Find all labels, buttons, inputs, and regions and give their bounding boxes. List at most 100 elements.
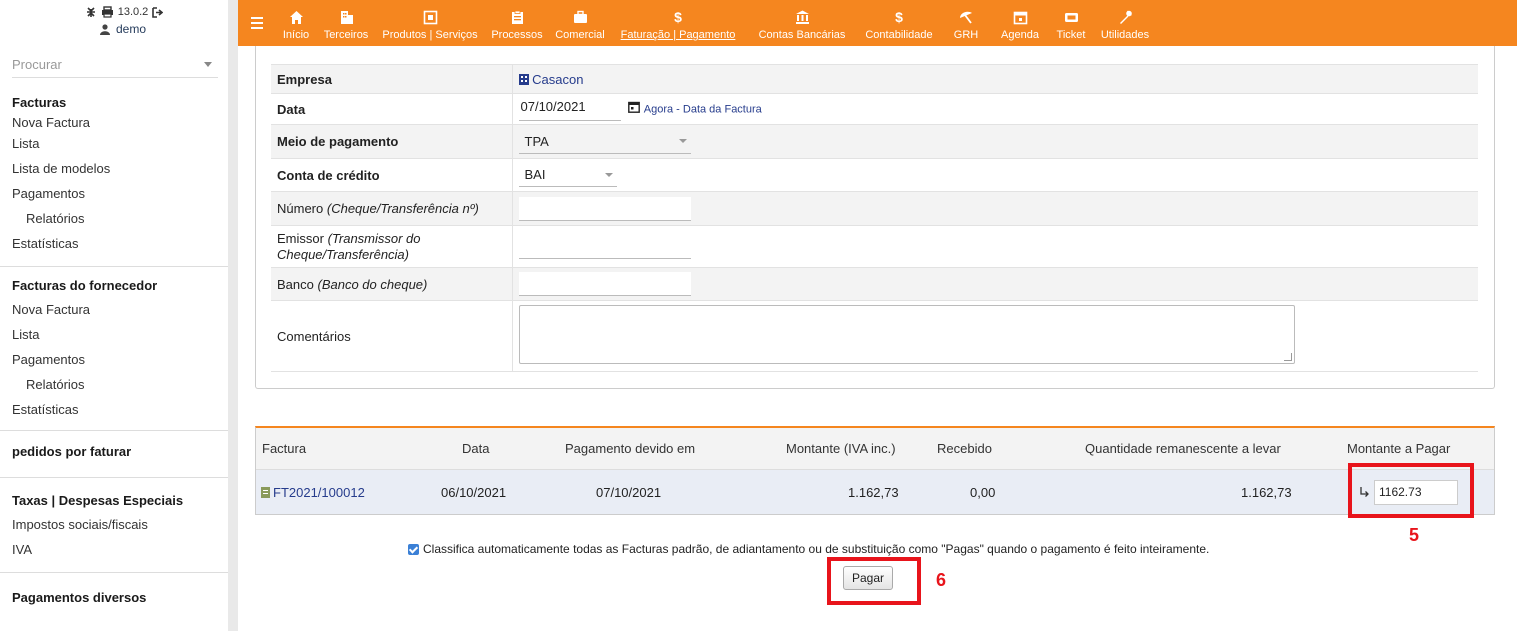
table-row: FT2021/100012 06/10/2021 07/10/2021 1.16… [256,470,1494,514]
sidebar-item-iva[interactable]: IVA [12,537,228,562]
column-header-data: Data [462,441,490,456]
annotation-box-step5 [1348,463,1474,518]
form-row-empresa: Empresa Casacon [271,64,1478,94]
annotation-label-step5: 5 [1409,525,1420,545]
sidebar-item-nova-factura[interactable]: Nova Factura [12,297,228,322]
date-link-separator: - [673,103,683,116]
nav-item-processos[interactable]: Processos [484,0,550,46]
building-icon [340,11,353,24]
top-navigation: Início Terceiros Produtos | Serviços Pro… [238,0,1517,46]
nav-item-faturacao[interactable]: $ Faturação | Pagamento [610,0,746,46]
form-row-emissor: Emissor (Transmissor do Cheque/Transferê… [271,225,1478,268]
app-version: 13.0.2 [117,6,149,18]
invoice-due-date: 07/10/2021 [596,484,662,500]
printer-icon[interactable] [101,6,114,18]
numero-label: Número [277,201,324,216]
invoice-date-link[interactable]: Data da Factura [683,103,762,115]
nav-item-contas-bancarias[interactable]: Contas Bancárias [746,0,858,46]
sidebar-item-lista-modelos[interactable]: Lista de modelos [12,156,228,181]
invoice-ref-cell: FT2021/100012 [261,470,365,514]
sidebar-item-relatorios[interactable]: Relatórios [12,206,228,231]
payment-method-select[interactable]: TPA [518,130,691,154]
data-label: Data [271,93,512,125]
nav-item-utilidades[interactable]: Utilidades [1094,0,1156,46]
sidebar-section-title[interactable]: Taxas | Despesas Especiais [12,490,228,512]
comentarios-label: Comentários [271,300,512,372]
numero-value-cell [511,191,1478,226]
sidebar-section-pagamentos-diversos: Pagamentos diversos [0,572,228,613]
credit-account-select[interactable]: BAI [518,163,617,187]
empresa-value-cell: Casacon [511,64,1478,94]
sidebar-item-lista[interactable]: Lista [12,322,228,347]
column-header-pagamento-devido: Pagamento devido em [565,441,696,456]
invoice-date: 06/10/2021 [441,484,507,500]
sidebar-item-estatisticas[interactable]: Estatísticas [12,231,228,256]
sidebar-item-estatisticas[interactable]: Estatísticas [12,397,228,422]
chevron-down-icon [678,139,687,143]
sidebar-section-title[interactable]: Facturas [12,92,228,114]
menu-icon[interactable] [238,0,276,46]
conta-label: Conta de crédito [271,158,512,192]
column-header-remanescente: Quantidade remanescente a levar [1085,441,1281,456]
logout-icon[interactable] [152,6,164,18]
sidebar-item-relatorios[interactable]: Relatórios [12,372,228,397]
bank-icon [795,10,809,24]
umbrella-icon [959,11,972,24]
sidebar-section-title[interactable]: pedidos por faturar [12,441,228,463]
document-icon [261,486,270,498]
comentarios-value-cell [511,300,1478,372]
form-row-comentarios: Comentários [271,300,1478,372]
sidebar-section-taxas: Taxas | Despesas Especiais Impostos soci… [0,477,228,566]
sidebar-search[interactable]: Procurar [12,52,218,78]
meio-value-cell: TPA [511,124,1478,159]
emissor-label: Emissor [277,230,324,246]
column-header-recebido: Recebido [937,441,992,456]
nav-item-comercial[interactable]: Comercial [550,0,610,46]
nav-item-ticket[interactable]: Ticket [1048,0,1094,46]
nav-item-agenda[interactable]: Agenda [992,0,1048,46]
sidebar-scrollbar[interactable] [228,0,238,631]
building-icon [518,73,529,85]
banco-hint: (Banco do cheque) [317,276,428,292]
sidebar-section-title[interactable]: Facturas do fornecedor [12,275,228,297]
date-input[interactable]: 07/10/2021 [518,97,621,121]
invoice-received: 0,00 [970,484,996,500]
sidebar-section-title[interactable]: Pagamentos diversos [12,587,228,609]
sidebar-item-pagamentos[interactable]: Pagamentos [12,347,228,372]
sidebar-section-facturas: Facturas Nova Factura Lista Lista de mod… [0,86,228,260]
numero-label-cell: Número (Cheque/Transferência nº) [271,191,512,226]
sidebar-item-pagamentos[interactable]: Pagamentos [12,181,228,206]
conta-value-cell: BAI [511,158,1478,192]
user-icon [99,23,110,35]
meio-label: Meio de pagamento [271,124,512,159]
briefcase-icon [573,10,587,23]
numero-input[interactable] [518,196,691,221]
home-icon [289,11,303,24]
ticket-icon [1064,13,1078,22]
user-name[interactable]: demo [116,22,146,36]
sidebar-item-impostos[interactable]: Impostos sociais/fiscais [12,512,228,537]
invoice-payment-table: Factura Data Pagamento devido em Montant… [255,426,1495,515]
form-row-data: Data 07/10/2021 Agora - Data da Factura [271,93,1478,125]
cube-icon [423,10,437,25]
calendar-icon[interactable] [628,101,641,114]
emissor-input[interactable] [518,235,691,259]
chevron-down-icon [604,172,613,177]
now-link[interactable]: Agora [644,103,673,115]
banco-input[interactable] [518,272,691,296]
auto-classify-checkbox[interactable] [408,543,419,555]
data-value-cell: 07/10/2021 Agora - Data da Factura [511,93,1478,125]
table-header-row: Factura Data Pagamento devido em Montant… [256,428,1494,470]
invoice-amount: 1.162,73 [848,484,899,500]
nav-item-contabilidade[interactable]: $ Contabilidade [858,0,940,46]
empresa-link[interactable]: Casacon [532,72,583,87]
annotation-label-step6: 6 [936,570,947,590]
comments-textarea[interactable] [518,305,1295,364]
invoice-link[interactable]: FT2021/100012 [273,485,365,500]
nav-item-terceiros[interactable]: Terceiros [316,0,376,46]
nav-item-inicio[interactable]: Início [276,0,316,46]
sidebar-item-lista[interactable]: Lista [12,131,228,156]
bug-icon[interactable] [85,6,97,18]
nav-item-grh[interactable]: GRH [940,0,992,46]
nav-item-produtos[interactable]: Produtos | Serviços [376,0,484,46]
